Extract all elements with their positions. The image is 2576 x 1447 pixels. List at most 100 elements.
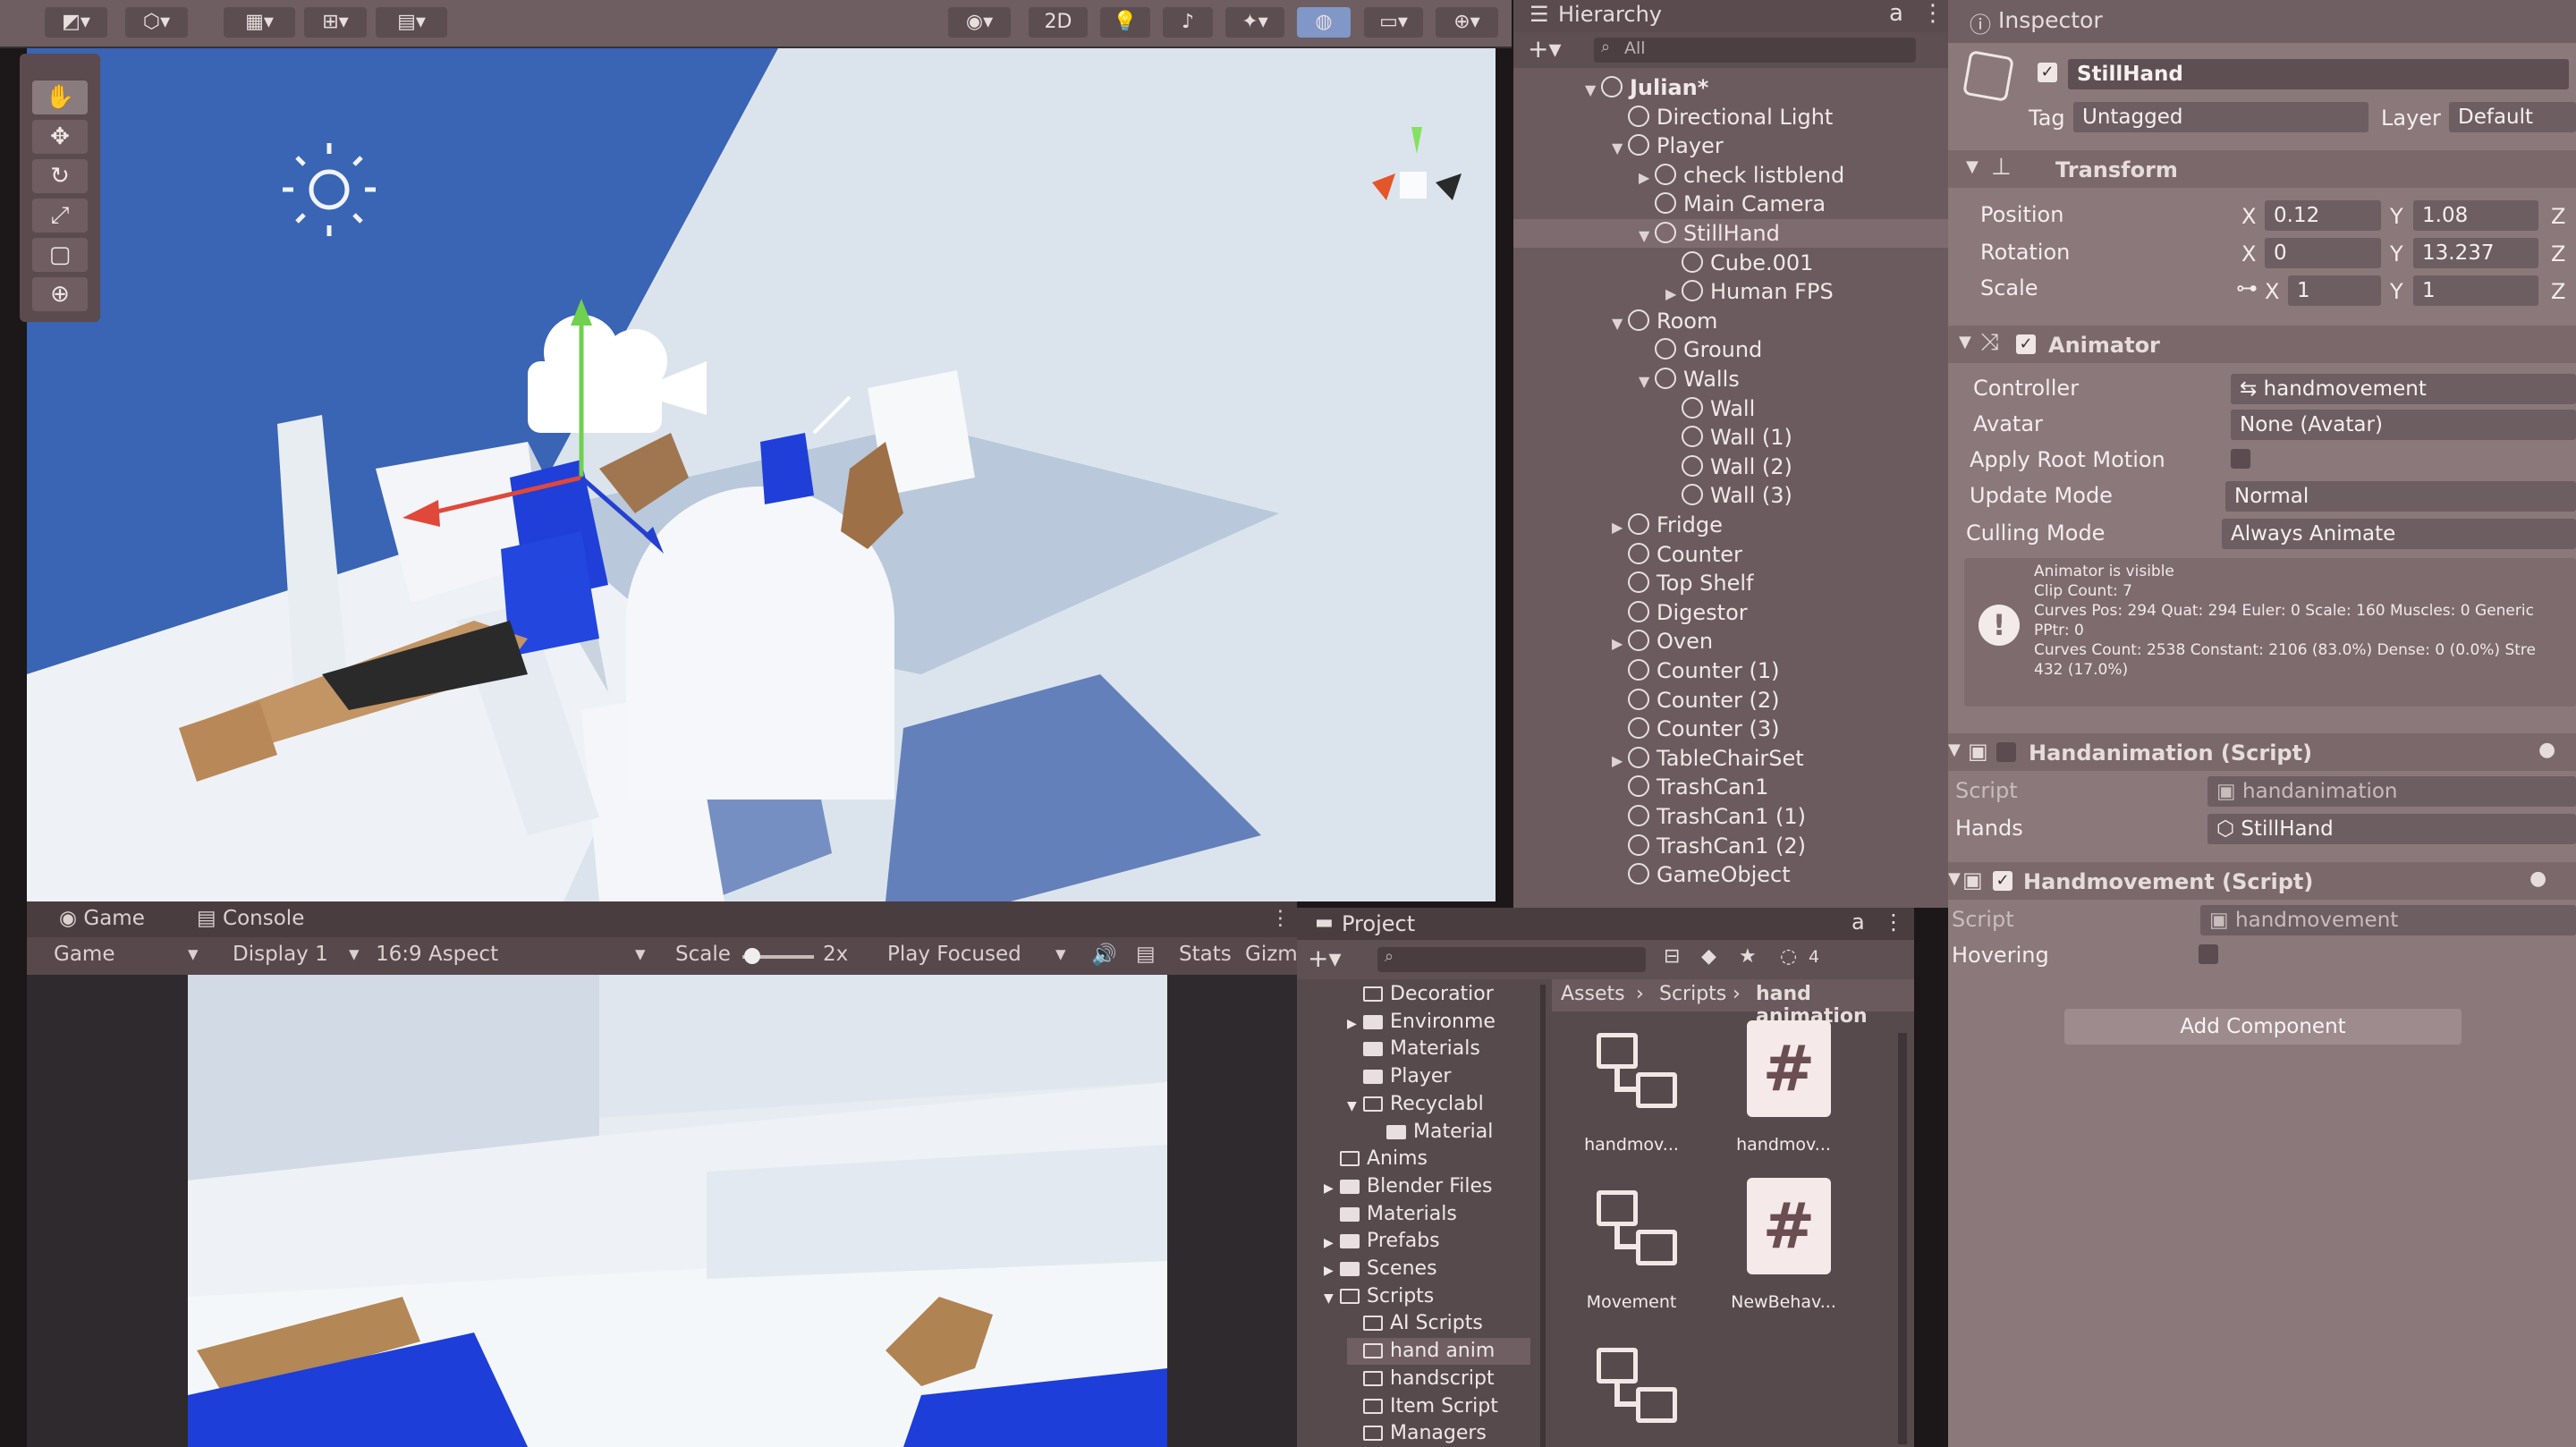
grid-icon[interactable]: ▤▾ — [376, 7, 447, 38]
mode-2d-button[interactable]: 2D — [1029, 7, 1088, 38]
hidden-packages-icon[interactable]: ◌ — [1780, 945, 1797, 968]
link-scale-icon[interactable]: ⊶ — [2236, 275, 2258, 300]
chevron-down-icon[interactable]: ▾ — [349, 943, 360, 966]
position-x-field[interactable]: 0.12 — [2265, 200, 2381, 231]
expand-arrow-icon[interactable]: ▼ — [1612, 309, 1628, 338]
hand-tool-icon[interactable]: ✋ — [32, 80, 88, 114]
visibility-icon[interactable]: ◍ — [1297, 7, 1351, 38]
hierarchy-tab[interactable]: ☰ Hierarchy a ⋮ — [1513, 0, 1948, 32]
active-checkbox[interactable]: ✓ — [2038, 63, 2057, 82]
handanimation-header[interactable]: ▼ ▣ Handanimation (Script) ● — [1948, 733, 2576, 771]
expand-arrow-icon[interactable]: ▼ — [1612, 134, 1628, 163]
audio-icon[interactable]: ♪ — [1163, 7, 1213, 38]
hierarchy-item[interactable]: ▶ check listblend — [1639, 161, 1844, 190]
animator-controller-icon[interactable] — [1588, 1178, 1677, 1276]
hierarchy-item[interactable]: ▶ Fridge — [1612, 511, 1723, 539]
hierarchy-item[interactable]: TrashCan1 (1) — [1612, 802, 1806, 831]
animator-enabled-checkbox[interactable]: ✓ — [2016, 334, 2036, 354]
chevron-down-icon[interactable]: ▾ — [188, 943, 199, 966]
inspector-tab[interactable]: Inspector — [1998, 7, 2103, 33]
rotate-tool-icon[interactable]: ↻ — [32, 159, 88, 193]
folder-item[interactable]: Item Script — [1347, 1393, 1498, 1420]
breadcrumb-assets[interactable]: Assets — [1561, 983, 1625, 1005]
tab-game[interactable]: ◉ Game — [59, 907, 145, 930]
help-icon[interactable]: ● — [2538, 739, 2555, 761]
folder-item[interactable]: ▶ Environme — [1347, 1009, 1496, 1036]
effects-icon[interactable]: ✦▾ — [1225, 7, 1284, 38]
breadcrumb-scripts[interactable]: Scripts — [1659, 983, 1726, 1005]
folder-item[interactable]: ▶ Prefabs — [1324, 1228, 1440, 1255]
hierarchy-item[interactable]: Directional Light — [1612, 103, 1833, 131]
display-dropdown[interactable]: Display 1 — [233, 943, 328, 966]
more-options-icon[interactable]: ⋮ — [1921, 0, 1945, 27]
camera-settings-icon[interactable]: ▭▾ — [1364, 7, 1423, 38]
hierarchy-item[interactable]: Wall — [1665, 394, 1755, 423]
hierarchy-item[interactable]: Counter (2) — [1612, 686, 1780, 715]
draw-mode-icon[interactable]: ◩▾ — [45, 7, 107, 38]
help-icon[interactable]: ● — [2529, 867, 2546, 890]
lighting-icon[interactable]: 💡 — [1100, 7, 1150, 38]
hands-field[interactable]: ⬡ StillHand — [2207, 814, 2576, 844]
folder-item[interactable]: Material — [1370, 1119, 1493, 1146]
lock-icon[interactable]: a — [1852, 910, 1865, 935]
play-mode-dropdown[interactable]: Play Focused — [887, 943, 1021, 966]
gizmos-icon[interactable]: ⊕▾ — [1436, 7, 1498, 38]
animator-controller-icon[interactable] — [1588, 1335, 1677, 1434]
create-asset-icon[interactable]: +▾ — [1308, 944, 1342, 973]
expand-arrow-icon[interactable]: ▼ — [1324, 1285, 1340, 1312]
expand-arrow-icon[interactable]: ▼ — [1639, 368, 1655, 396]
hierarchy-item[interactable]: Main Camera — [1639, 190, 1826, 218]
tag-dropdown[interactable]: Untagged — [2073, 102, 2368, 132]
add-object-icon[interactable]: +▾ — [1528, 34, 1562, 63]
hierarchy-item[interactable]: ▶ Oven — [1612, 627, 1713, 656]
expand-arrow-icon[interactable]: ▼ — [1639, 222, 1655, 250]
folder-item[interactable]: handscript — [1347, 1366, 1495, 1392]
asset-scrollbar[interactable] — [1898, 1033, 1907, 1444]
rect-tool-icon[interactable]: ▢ — [32, 238, 88, 272]
hierarchy-item[interactable]: GameObject — [1612, 860, 1791, 889]
favorite-icon[interactable]: ★ — [1739, 945, 1757, 968]
animator-header[interactable]: ▼ ⤨ ✓ Animator — [1948, 326, 2576, 363]
expand-arrow-icon[interactable]: ▶ — [1347, 1011, 1363, 1037]
layer-dropdown[interactable]: Default — [2449, 102, 2576, 132]
scale-tool-icon[interactable]: ⤢ — [32, 199, 88, 233]
rotation-y-field[interactable]: 13.237 — [2413, 238, 2538, 268]
chevron-down-icon[interactable]: ▾ — [635, 943, 646, 966]
render-mode-icon[interactable]: ◉▾ — [948, 7, 1011, 38]
hierarchy-item[interactable]: Wall (1) — [1665, 423, 1792, 452]
expand-arrow-icon[interactable]: ▶ — [1612, 513, 1628, 542]
folder-item[interactable]: Decoratior — [1347, 981, 1494, 1008]
position-y-field[interactable]: 1.08 — [2413, 200, 2538, 231]
tab-console[interactable]: ▤ Console — [197, 907, 304, 930]
mute-audio-icon[interactable]: 🔊 — [1091, 943, 1117, 967]
hovering-checkbox[interactable] — [2199, 944, 2218, 964]
scene-view[interactable] — [27, 48, 1496, 901]
expand-arrow-icon[interactable]: ▼ — [1585, 76, 1601, 105]
folder-item[interactable]: Materials — [1347, 1036, 1480, 1062]
expand-arrow-icon[interactable]: ▶ — [1324, 1257, 1340, 1284]
hierarchy-item[interactable]: Digestor — [1612, 598, 1748, 627]
folder-item[interactable]: Player — [1347, 1063, 1451, 1090]
hierarchy-search-input[interactable]: ⌕ All — [1594, 38, 1916, 63]
grid-snap-icon[interactable]: ▦▾ — [224, 7, 295, 38]
stats-button[interactable]: Stats — [1179, 943, 1232, 966]
script-icon[interactable]: # — [1740, 1020, 1831, 1119]
hierarchy-item[interactable]: ▼ Room — [1612, 307, 1717, 335]
project-tab[interactable]: Project — [1342, 911, 1415, 936]
folder-item[interactable]: ▶ Blender Files — [1324, 1173, 1493, 1200]
apply-root-motion-checkbox[interactable] — [2231, 449, 2250, 469]
more-options-icon[interactable]: ⋮ — [1883, 910, 1904, 935]
hierarchy-item[interactable]: ▶ TableChairSet — [1612, 744, 1804, 773]
rotation-x-field[interactable]: 0 — [2265, 238, 2381, 268]
expand-arrow-icon[interactable]: ▶ — [1324, 1230, 1340, 1257]
folder-item[interactable]: AI Scripts — [1347, 1310, 1483, 1337]
hierarchy-item[interactable]: ▼ Walls — [1639, 365, 1740, 393]
hierarchy-item[interactable]: ▼ Player — [1612, 131, 1724, 160]
hierarchy-item[interactable]: ▼Julian*⋮ — [1585, 73, 1991, 105]
snap-increment-icon[interactable]: ⊞▾ — [304, 7, 367, 38]
game-view-dropdown[interactable]: Game — [54, 943, 114, 966]
hierarchy-item[interactable]: Wall (3) — [1665, 481, 1792, 510]
hierarchy-item[interactable]: ▼ StillHand — [1513, 219, 1948, 248]
folder-item[interactable]: ▶ Scenes — [1324, 1256, 1437, 1282]
avatar-field[interactable]: None (Avatar) — [2231, 410, 2576, 440]
